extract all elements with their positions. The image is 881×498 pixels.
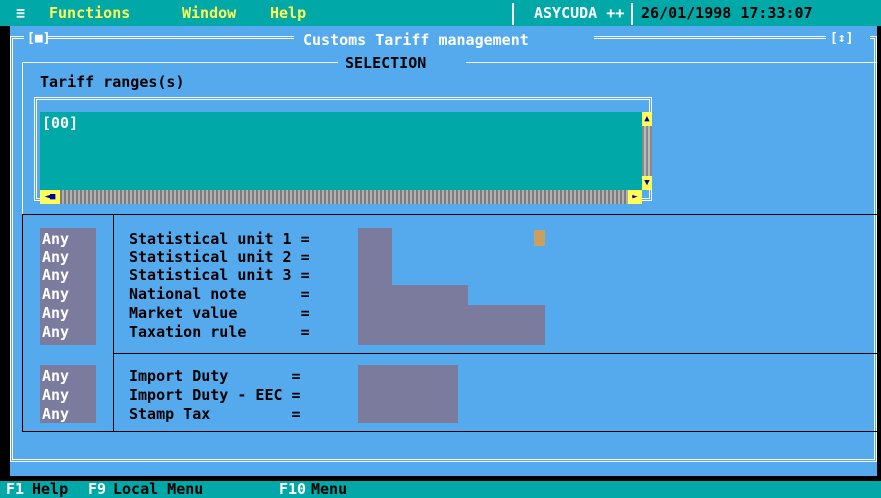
f9-key[interactable]: F9	[88, 481, 106, 498]
tariff-ranges-list[interactable]	[40, 112, 642, 190]
import-duty-eec-label: Import Duty - EEC =	[129, 386, 301, 404]
scroll-down-icon[interactable]: ▼	[642, 176, 652, 190]
app-name: ASYCUDA ++	[534, 4, 625, 22]
mode-import-duty[interactable]: Any	[42, 367, 69, 385]
f10-key[interactable]: F10	[279, 481, 306, 498]
mode-market-value[interactable]: Any	[42, 304, 69, 322]
stamp-tax-label: Stamp Tax =	[129, 405, 301, 423]
divider	[114, 353, 877, 354]
horizontal-scrollbar[interactable]	[40, 190, 642, 204]
scroll-right-icon[interactable]: ►	[628, 190, 642, 204]
import-duty-label: Import Duty =	[129, 367, 301, 385]
mode-statistical-unit-3[interactable]: Any	[42, 266, 69, 284]
menu-help[interactable]: Help	[270, 4, 306, 22]
f9-local-menu-label[interactable]: Local Menu	[113, 481, 203, 498]
statistical-unit-1-label: Statistical unit 1 =	[129, 230, 310, 248]
national-note-field[interactable]	[358, 285, 468, 305]
mode-statistical-unit-2[interactable]: Any	[42, 248, 69, 266]
scroll-left-icon[interactable]: ◄■	[40, 190, 60, 204]
statistical-unit-field[interactable]	[358, 228, 392, 285]
mode-national-note[interactable]: Any	[42, 285, 69, 303]
menu-functions[interactable]: Functions	[49, 4, 130, 22]
zoom-icon[interactable]: [↕]	[830, 30, 853, 48]
f1-key[interactable]: F1	[6, 481, 24, 498]
taxation-rule-label: Taxation rule =	[129, 323, 310, 341]
window-title: Customs Tariff management	[303, 31, 529, 49]
statistical-unit-3-label: Statistical unit 3 =	[129, 266, 310, 284]
f1-help-label[interactable]: Help	[32, 481, 68, 498]
divider	[22, 214, 877, 215]
market-value-label: Market value =	[129, 304, 310, 322]
mode-import-duty-eec[interactable]: Any	[42, 386, 69, 404]
national-note-label: National note =	[129, 285, 310, 303]
divider	[22, 215, 23, 432]
mode-taxation-rule[interactable]: Any	[42, 323, 69, 341]
market-value-field[interactable]	[358, 305, 545, 345]
selection-title: SELECTION	[345, 54, 427, 72]
system-menu-icon[interactable]: ≡	[16, 4, 25, 22]
scroll-up-icon[interactable]: ▲	[642, 112, 652, 126]
divider	[22, 431, 877, 432]
divider	[113, 215, 114, 431]
list-item[interactable]: [00]	[42, 114, 78, 132]
mode-statistical-unit-1[interactable]: Any	[42, 230, 69, 248]
tariff-ranges-label: Tariff ranges(s)	[40, 73, 185, 91]
statistical-unit-2-label: Statistical unit 2 =	[129, 248, 310, 266]
clock: 26/01/1998 17:33:07	[641, 4, 813, 22]
close-icon[interactable]: [■]	[27, 30, 50, 48]
f10-menu-label[interactable]: Menu	[311, 481, 347, 498]
text-cursor	[534, 230, 545, 246]
menu-window[interactable]: Window	[182, 4, 236, 22]
duty-field[interactable]	[358, 365, 458, 423]
mode-stamp-tax[interactable]: Any	[42, 405, 69, 423]
